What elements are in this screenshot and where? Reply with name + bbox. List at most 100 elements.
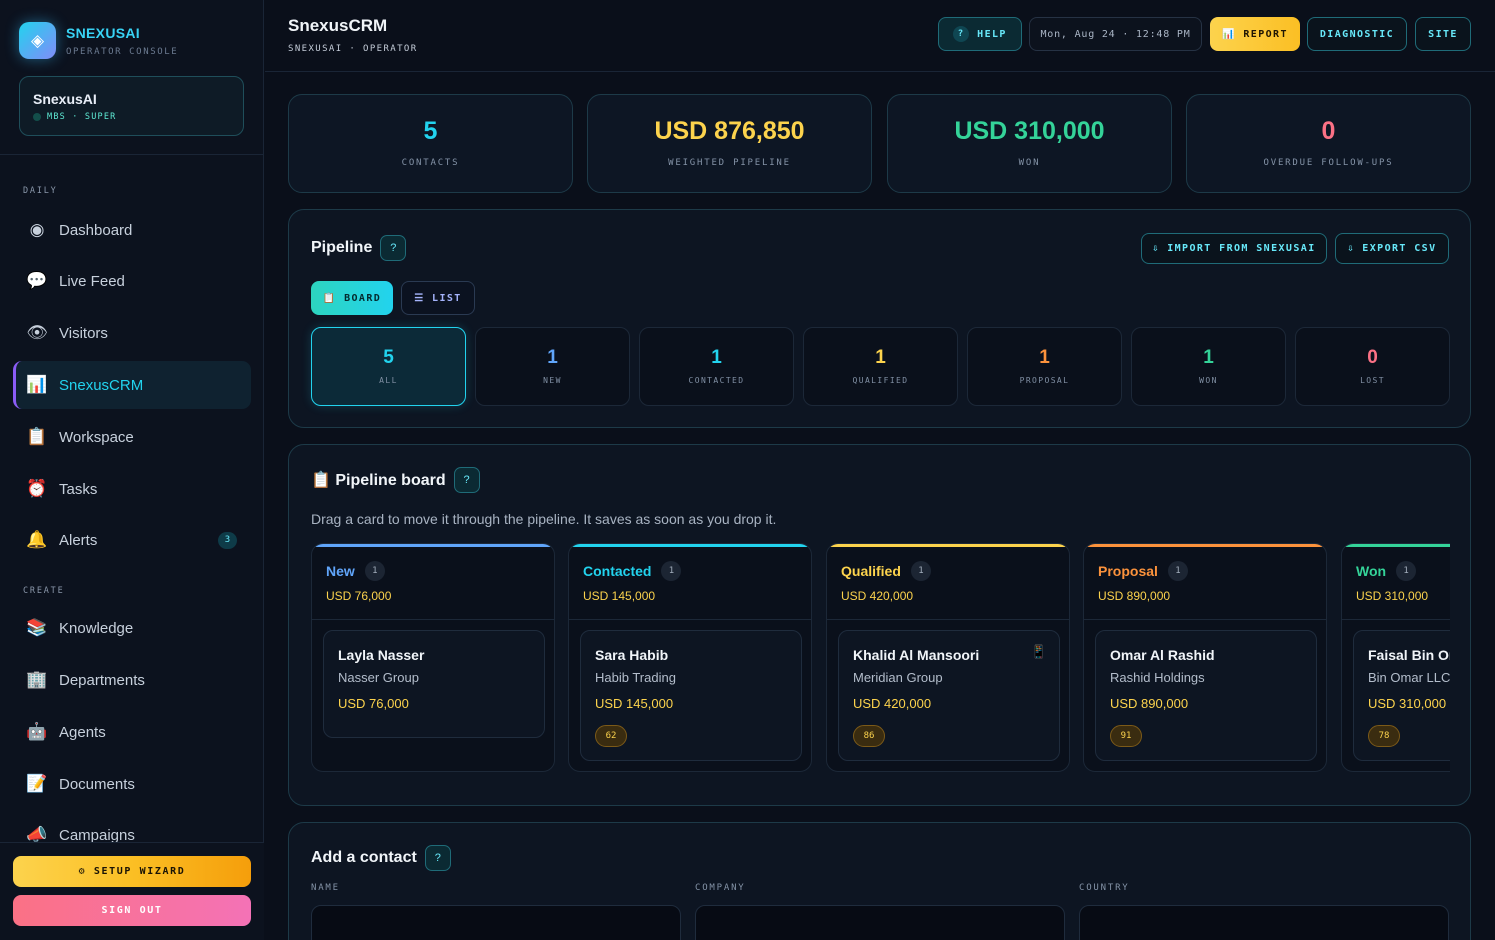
company-input[interactable]: [695, 905, 1065, 940]
contact-help-button[interactable]: ?: [424, 845, 451, 871]
sidebar-item-live-feed[interactable]: 💬 Live Feed: [13, 257, 251, 305]
country-input[interactable]: [1079, 905, 1449, 940]
stage-count: 1: [711, 347, 722, 368]
stat-card-contacts: 5 CONTACTS: [288, 94, 573, 193]
alerts-count-badge: 3: [218, 531, 237, 549]
lead-score-badge: 62: [595, 725, 627, 747]
export-csv-button[interactable]: ⇩ EXPORT CSV: [1335, 233, 1449, 264]
deal-card[interactable]: Sara Habib Habib Trading USD 145,000 62: [580, 630, 802, 761]
robot-icon: 🤖: [26, 722, 48, 741]
account-card[interactable]: SnexusAI MBS · SUPER: [19, 76, 244, 136]
company-field-label: COMPANY: [695, 883, 746, 893]
sidebar: ◈ SNEXUSAI OPERATOR CONSOLE SnexusAI MBS…: [0, 0, 264, 940]
column-total: USD 420,000: [841, 589, 914, 603]
pipeline-help-button[interactable]: ?: [380, 235, 407, 261]
sidebar-item-dashboard[interactable]: ◉ Dashboard: [13, 206, 251, 254]
kanban-column-qualified: Qualified 1 USD 420,000 Khalid Al Mansoor…: [826, 543, 1070, 772]
account-tier: MBS · SUPER: [47, 112, 117, 122]
board-help-button[interactable]: ?: [453, 467, 480, 493]
pipeline-board-title: 📋 Pipeline board?: [311, 467, 480, 493]
company-name: Nasser Group: [338, 670, 419, 685]
contact-name: Layla Nasser: [338, 647, 425, 663]
stage-filter-proposal[interactable]: 1 PROPOSAL: [967, 327, 1122, 406]
divider: [312, 619, 554, 620]
list-view-toggle[interactable]: ☰ LIST: [401, 281, 475, 315]
kanban-column-contacted: Contacted 1 USD 145,000 Sara Habib Habib …: [568, 543, 812, 772]
column-count: 1: [910, 561, 931, 581]
brand[interactable]: ◈ SNEXUSAI OPERATOR CONSOLE: [19, 22, 178, 59]
contact-name: Omar Al Rashid: [1110, 647, 1215, 663]
section-label-daily: DAILY: [23, 186, 58, 196]
setup-wizard-button[interactable]: ⚙ SETUP WIZARD: [13, 856, 251, 887]
stat-label: CONTACTS: [401, 158, 460, 168]
deal-card[interactable]: Khalid Al Mansoori 📱 Meridian Group USD …: [838, 630, 1060, 761]
stat-label: OVERDUE FOLLOW-UPS: [1263, 158, 1394, 168]
sidebar-item-alerts[interactable]: 🔔 Alerts 3: [13, 516, 251, 564]
deal-amount: USD 890,000: [1110, 696, 1189, 711]
mobile-phone-icon: 📱: [1030, 645, 1047, 660]
sidebar-item-agents[interactable]: 🤖 Agents: [13, 708, 251, 756]
column-count: 1: [1167, 561, 1188, 581]
sidebar-item-tasks[interactable]: ⏰ Tasks: [13, 465, 251, 513]
sign-out-button[interactable]: SIGN OUT: [13, 895, 251, 926]
column-total: USD 76,000: [326, 589, 392, 603]
divider: [569, 619, 811, 620]
column-count: 1: [364, 561, 385, 581]
column-name: Proposal: [1098, 563, 1158, 579]
pipeline-title: Pipeline?: [311, 235, 407, 261]
sidebar-item-label: Agents: [59, 723, 106, 741]
lead-score-badge: 78: [1368, 725, 1400, 747]
name-input[interactable]: [311, 905, 681, 940]
stat-value: USD 876,850: [654, 117, 805, 145]
deal-card[interactable]: Layla Nasser Nasser Group USD 76,000: [323, 630, 545, 738]
deal-amount: USD 310,000: [1368, 696, 1447, 711]
deal-card[interactable]: Omar Al Rashid Rashid Holdings USD 890,0…: [1095, 630, 1317, 761]
site-button[interactable]: SITE: [1415, 17, 1471, 51]
company-name: Bin Omar LLC: [1368, 670, 1450, 685]
sidebar-item-workspace[interactable]: 📋 Workspace: [13, 413, 251, 461]
sidebar-item-label: Documents: [59, 775, 135, 793]
column-accent: [1084, 544, 1326, 547]
brand-name: SNEXUSAI: [66, 24, 140, 41]
stat-card-overdue-follow-ups: 0 OVERDUE FOLLOW-UPS: [1186, 94, 1471, 193]
stage-filter-lost[interactable]: 0 LOST: [1295, 327, 1450, 406]
stage-filter-new[interactable]: 1 NEW: [475, 327, 630, 406]
stage-label: PROPOSAL: [1019, 376, 1070, 385]
stage-label: CONTACTED: [688, 376, 745, 385]
sidebar-item-snexuscrm[interactable]: 📊 SnexusCRM: [13, 361, 251, 409]
sidebar-item-documents[interactable]: 📝 Documents: [13, 760, 251, 808]
help-button[interactable]: ? HELP: [938, 17, 1022, 51]
contact-name: Sara Habib: [595, 647, 669, 663]
deal-card[interactable]: Faisal Bin Omar Bin Omar LLC USD 310,000…: [1353, 630, 1450, 761]
import-from-snexusai-button[interactable]: ⇩ IMPORT FROM SNEXUSAI: [1141, 233, 1327, 264]
column-name: Qualified: [841, 563, 901, 579]
report-button[interactable]: 📊 REPORT: [1210, 17, 1300, 51]
stage-filter-all[interactable]: 5 ALL: [311, 327, 466, 406]
sidebar-item-departments[interactable]: 🏢 Departments: [13, 656, 251, 704]
company-name: Habib Trading: [595, 670, 676, 685]
sidebar-item-visitors[interactable]: 👁 Visitors: [13, 309, 251, 357]
kanban-column-won: Won 1 USD 310,000 Faisal Bin Omar Bin Oma…: [1341, 543, 1450, 772]
stage-filter-contacted[interactable]: 1 CONTACTED: [639, 327, 794, 406]
stage-label: NEW: [543, 376, 562, 385]
board-description: Drag a card to move it through the pipel…: [311, 511, 777, 527]
alarm-clock-icon: ⏰: [26, 479, 48, 498]
column-accent: [827, 544, 1069, 547]
board-view-toggle[interactable]: 📋 BOARD: [311, 281, 393, 315]
company-name: Meridian Group: [853, 670, 943, 685]
sidebar-item-knowledge[interactable]: 📚 Knowledge: [13, 604, 251, 652]
bell-icon: 🔔: [26, 530, 48, 549]
stage-filter-won[interactable]: 1 WON: [1131, 327, 1286, 406]
stat-value: USD 310,000: [954, 117, 1105, 145]
section-label-create: CREATE: [23, 586, 65, 596]
stage-count: 5: [383, 347, 394, 368]
stat-card-won: USD 310,000 WON: [887, 94, 1172, 193]
stage-filter-qualified[interactable]: 1 QUALIFIED: [803, 327, 958, 406]
stat-card-weighted-pipeline: USD 876,850 WEIGHTED PIPELINE: [587, 94, 872, 193]
divider: [827, 619, 1069, 620]
column-accent: [312, 544, 554, 547]
account-name: SnexusAI: [33, 91, 97, 107]
stage-label: LOST: [1360, 376, 1385, 385]
diagnostic-button[interactable]: DIAGNOSTIC: [1307, 17, 1407, 51]
add-contact-panel: Add a contact? NAME COMPANY COUNTRY: [288, 822, 1471, 940]
